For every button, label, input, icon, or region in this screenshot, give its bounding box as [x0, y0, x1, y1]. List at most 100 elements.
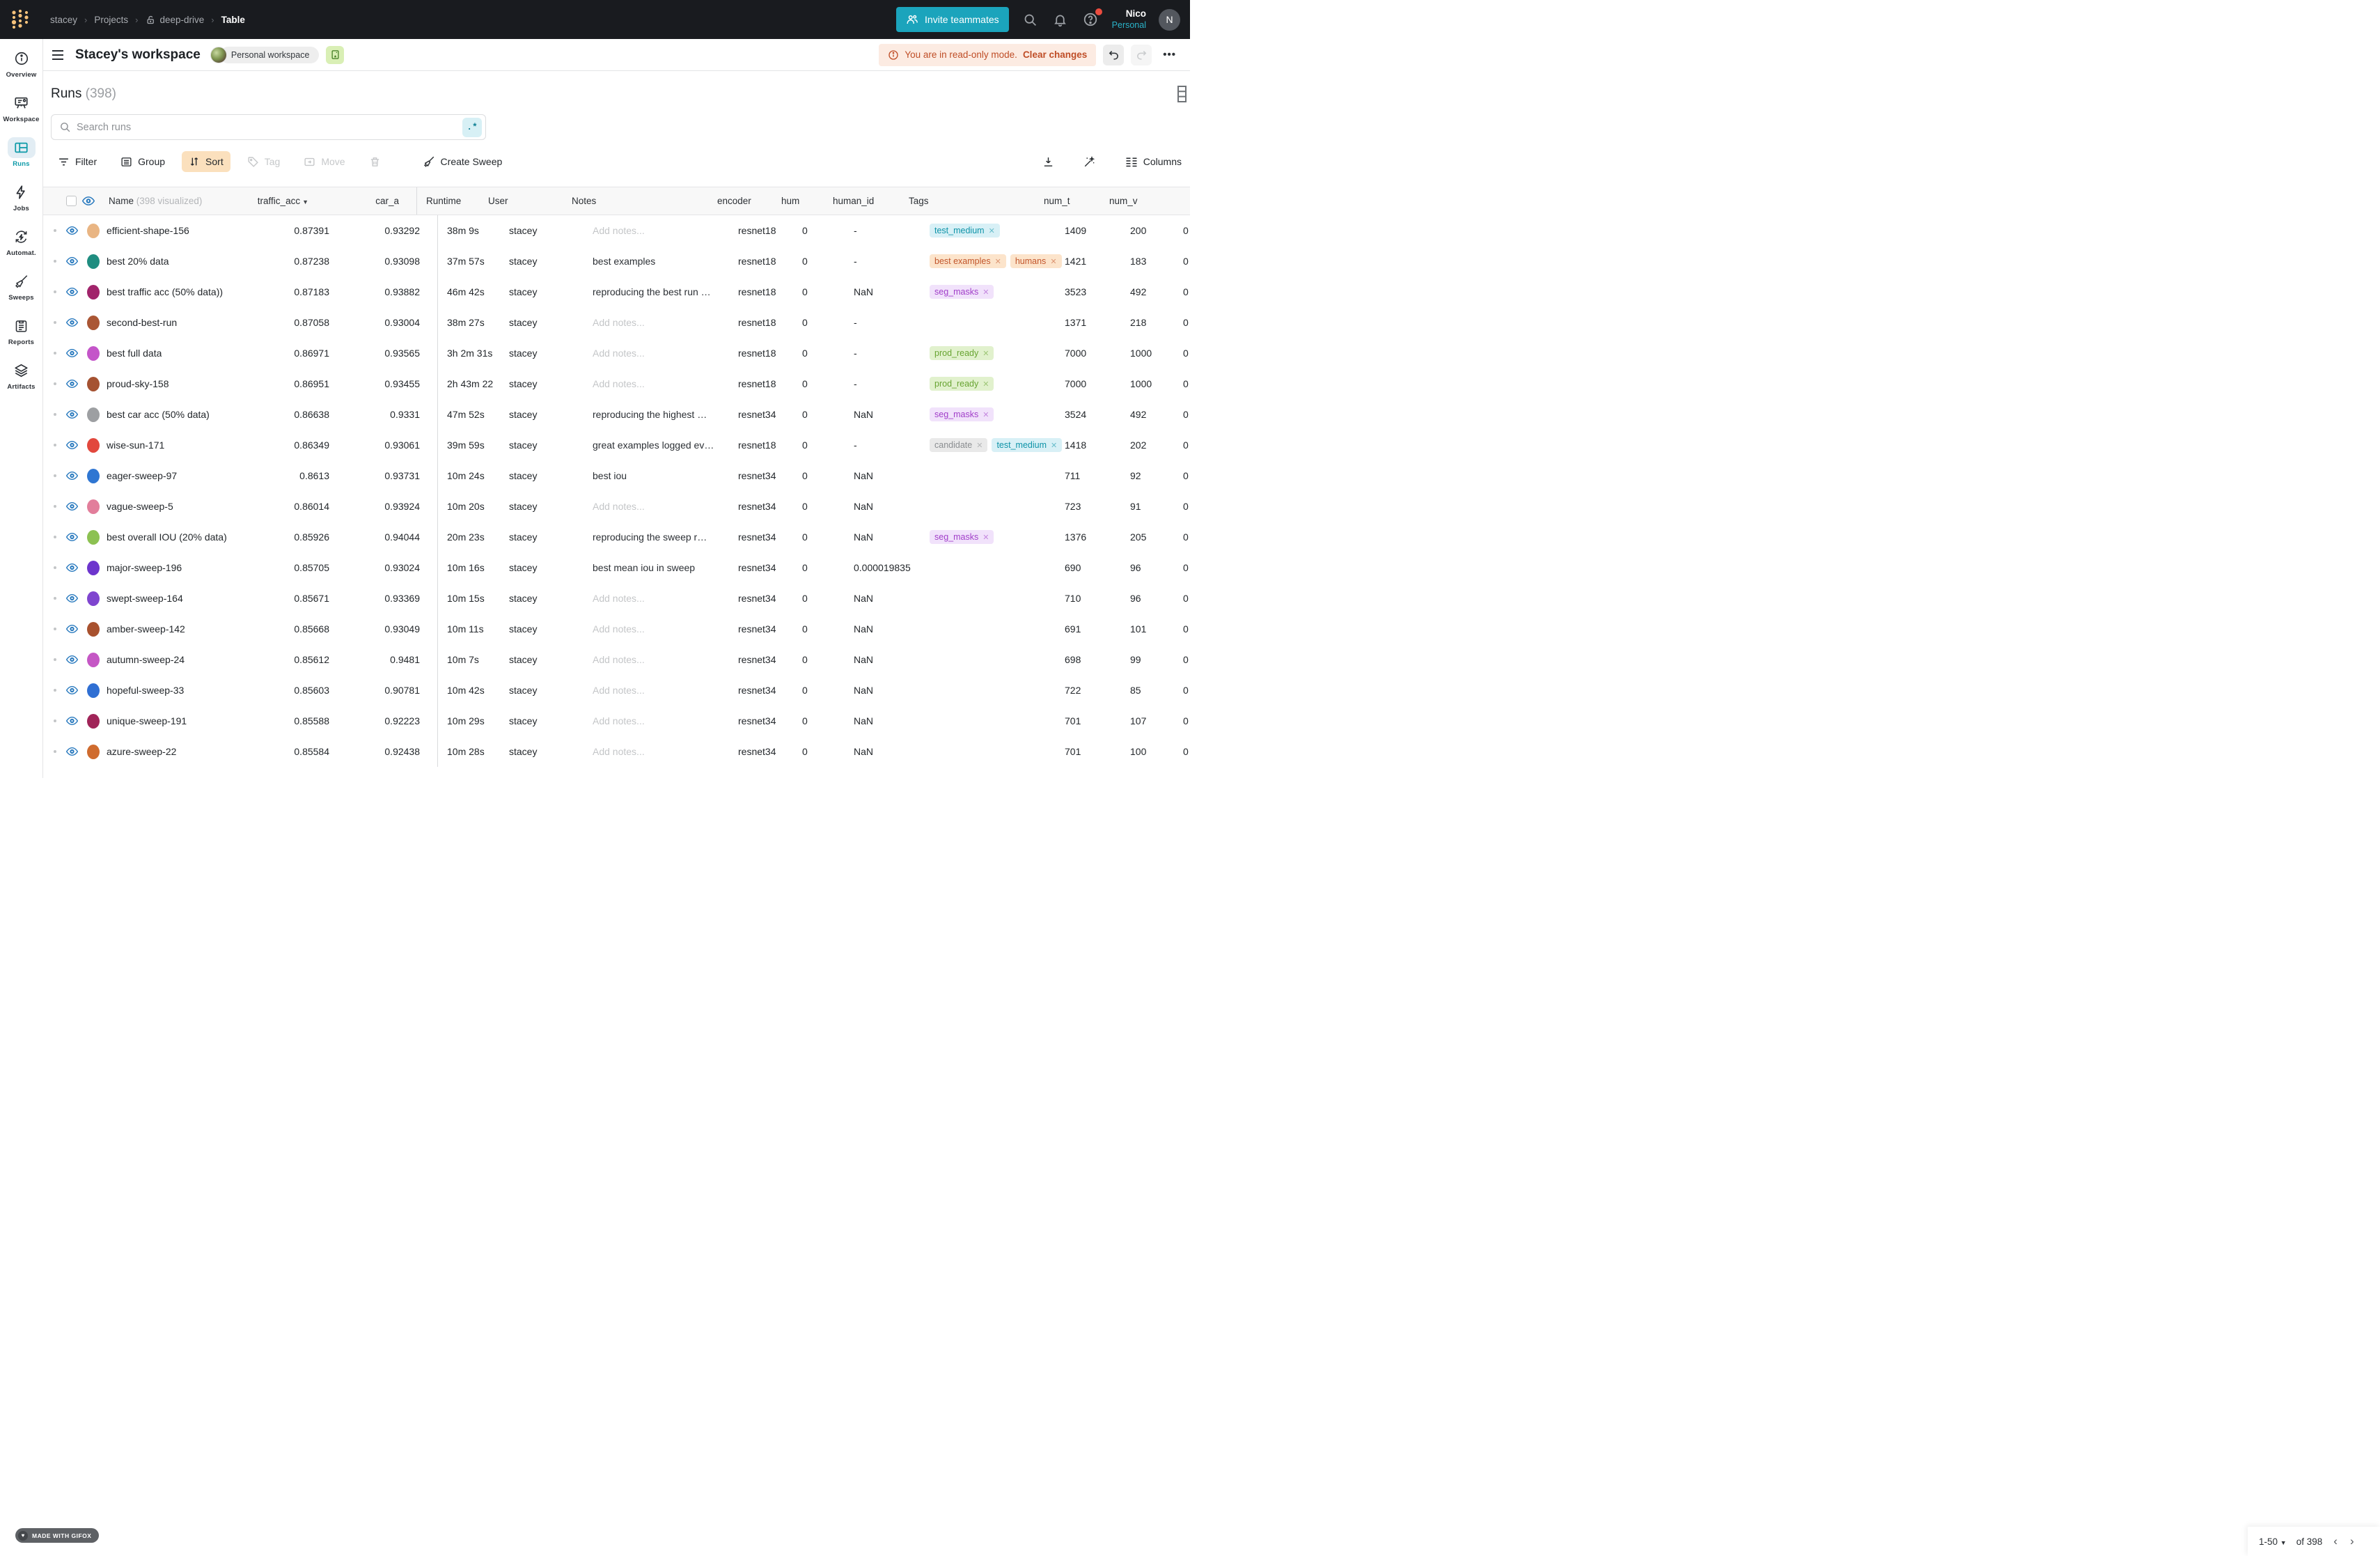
drag-handle[interactable] [43, 413, 66, 416]
help-icon[interactable] [1081, 10, 1099, 29]
visibility-eye-icon[interactable] [66, 685, 87, 695]
sort-button[interactable]: Sort [182, 151, 230, 172]
prev-page-button[interactable]: ‹ [2332, 1534, 2339, 1548]
visibility-eye-icon[interactable] [66, 563, 87, 573]
remove-tag-icon[interactable]: ✕ [982, 288, 989, 297]
remove-tag-icon[interactable]: ✕ [1050, 257, 1056, 266]
tag-chip[interactable]: test_medium✕ [992, 438, 1062, 452]
tag-chip[interactable]: candidate✕ [930, 438, 987, 452]
page-size-dropdown[interactable]: 1-50 ▼ [2259, 1536, 2287, 1547]
global-search-icon[interactable] [1021, 11, 1039, 29]
table-row[interactable]: vague-sweep-50.860140.9392410m 20sstacey… [43, 491, 1190, 522]
visualize-all-eye-icon[interactable] [82, 196, 103, 206]
visibility-eye-icon[interactable] [66, 256, 87, 266]
column-header-num-t[interactable]: num_t [1044, 196, 1109, 206]
group-button[interactable]: Group [113, 151, 172, 173]
sidebar-item-automat[interactable]: Automat. [0, 226, 43, 271]
regex-toggle-button[interactable]: .* [462, 118, 482, 137]
columns-button[interactable]: Columns [1124, 152, 1183, 171]
search-runs-input[interactable] [71, 122, 462, 133]
remove-tag-icon[interactable]: ✕ [982, 380, 989, 389]
sidebar-item-reports[interactable]: Reports [0, 316, 43, 360]
drag-handle[interactable] [43, 260, 66, 263]
drag-handle[interactable] [43, 229, 66, 232]
remove-tag-icon[interactable]: ✕ [976, 441, 982, 450]
table-row[interactable]: amber-sweep-1420.856680.9304910m 11sstac… [43, 614, 1190, 644]
table-row[interactable]: best 20% data0.872380.9309837m 57sstacey… [43, 246, 1190, 277]
run-name-link[interactable]: best car acc (50% data) [107, 409, 210, 420]
column-header-human-id[interactable]: human_id [833, 196, 909, 206]
column-header-car-a[interactable]: car_a [308, 196, 416, 206]
notes-field[interactable]: Add notes... [593, 593, 738, 604]
table-row[interactable]: efficient-shape-1560.873910.9329238m 9ss… [43, 215, 1190, 246]
table-row[interactable]: best traffic acc (50% data))0.871830.938… [43, 277, 1190, 307]
run-name-link[interactable]: best overall IOU (20% data) [107, 531, 227, 543]
run-name-link[interactable]: unique-sweep-191 [107, 715, 187, 726]
magic-wand-icon[interactable] [1082, 151, 1097, 172]
tag-chip[interactable]: prod_ready✕ [930, 346, 994, 360]
notes-field[interactable]: best mean iou in sweep [593, 562, 738, 573]
workspace-owner-avatar[interactable] [210, 47, 227, 63]
remove-tag-icon[interactable]: ✕ [982, 349, 989, 358]
table-row[interactable]: major-sweep-1960.857050.9302410m 16sstac… [43, 552, 1190, 583]
visibility-eye-icon[interactable] [66, 318, 87, 327]
run-name-link[interactable]: amber-sweep-142 [107, 623, 185, 635]
notes-field[interactable]: reproducing the sweep r… [593, 531, 738, 543]
visibility-eye-icon[interactable] [66, 624, 87, 634]
run-name-link[interactable]: vague-sweep-5 [107, 501, 173, 512]
create-sweep-button[interactable]: Create Sweep [416, 150, 510, 173]
avatar[interactable]: N [1159, 9, 1180, 31]
column-header-user[interactable]: User [488, 196, 572, 206]
run-name-link[interactable]: wise-sun-171 [107, 439, 164, 451]
notes-field[interactable]: best iou [593, 470, 738, 481]
drag-handle[interactable] [43, 719, 66, 722]
drag-handle[interactable] [43, 382, 66, 385]
drag-handle[interactable] [43, 444, 66, 446]
column-header-name[interactable]: Name (398 visualized) [109, 196, 202, 206]
tag-chip[interactable]: test_medium✕ [930, 224, 1000, 238]
export-download-icon[interactable] [1041, 152, 1056, 172]
notifications-bell-icon[interactable] [1051, 11, 1069, 29]
drag-handle[interactable] [43, 536, 66, 538]
drag-handle[interactable] [43, 474, 66, 477]
table-row[interactable]: best full data0.869710.935653h 2m 31ssta… [43, 338, 1190, 368]
remove-tag-icon[interactable]: ✕ [982, 410, 989, 419]
notes-field[interactable]: Add notes... [593, 501, 738, 512]
breadcrumb-projects[interactable]: Projects [94, 15, 128, 25]
tag-chip[interactable]: humans✕ [1010, 254, 1062, 268]
notes-field[interactable]: Add notes... [593, 348, 738, 359]
visibility-eye-icon[interactable] [66, 226, 87, 235]
sidebar-item-runs[interactable]: Runs [0, 137, 43, 182]
table-row[interactable]: eager-sweep-970.86130.9373110m 24sstacey… [43, 460, 1190, 491]
drag-handle[interactable] [43, 750, 66, 753]
table-row[interactable]: second-best-run0.870580.9300438m 27sstac… [43, 307, 1190, 338]
invite-teammates-button[interactable]: Invite teammates [896, 7, 1009, 32]
remove-tag-icon[interactable]: ✕ [1051, 441, 1057, 450]
visibility-eye-icon[interactable] [66, 532, 87, 542]
notes-field[interactable]: reproducing the best run … [593, 286, 738, 297]
run-name-link[interactable]: azure-sweep-22 [107, 746, 176, 757]
column-header-encoder[interactable]: encoder [717, 196, 781, 206]
notes-field[interactable]: Add notes... [593, 623, 738, 635]
save-view-icon[interactable] [326, 46, 344, 64]
workspace-selector[interactable]: Personal workspace [220, 47, 320, 63]
remove-tag-icon[interactable]: ✕ [982, 533, 989, 542]
remove-tag-icon[interactable]: ✕ [995, 257, 1001, 266]
notes-field[interactable]: Add notes... [593, 378, 738, 389]
column-header-hum[interactable]: hum [781, 196, 833, 206]
column-header-tags[interactable]: Tags [909, 196, 1044, 206]
visibility-eye-icon[interactable] [66, 410, 87, 419]
drag-handle[interactable] [43, 505, 66, 508]
sidebar-item-jobs[interactable]: Jobs [0, 182, 43, 226]
table-row[interactable]: best car acc (50% data)0.866380.933147m … [43, 399, 1190, 430]
next-page-button[interactable]: › [2349, 1534, 2356, 1548]
drag-handle[interactable] [43, 628, 66, 630]
table-row[interactable]: hopeful-sweep-330.856030.9078110m 42ssta… [43, 675, 1190, 706]
row-density-icon[interactable] [1177, 86, 1187, 102]
notes-field[interactable]: Add notes... [593, 654, 738, 665]
drag-handle[interactable] [43, 597, 66, 600]
drag-handle[interactable] [43, 290, 66, 293]
notes-field[interactable]: Add notes... [593, 746, 738, 757]
wandb-logo-icon[interactable] [8, 8, 32, 31]
run-name-link[interactable]: second-best-run [107, 317, 177, 328]
